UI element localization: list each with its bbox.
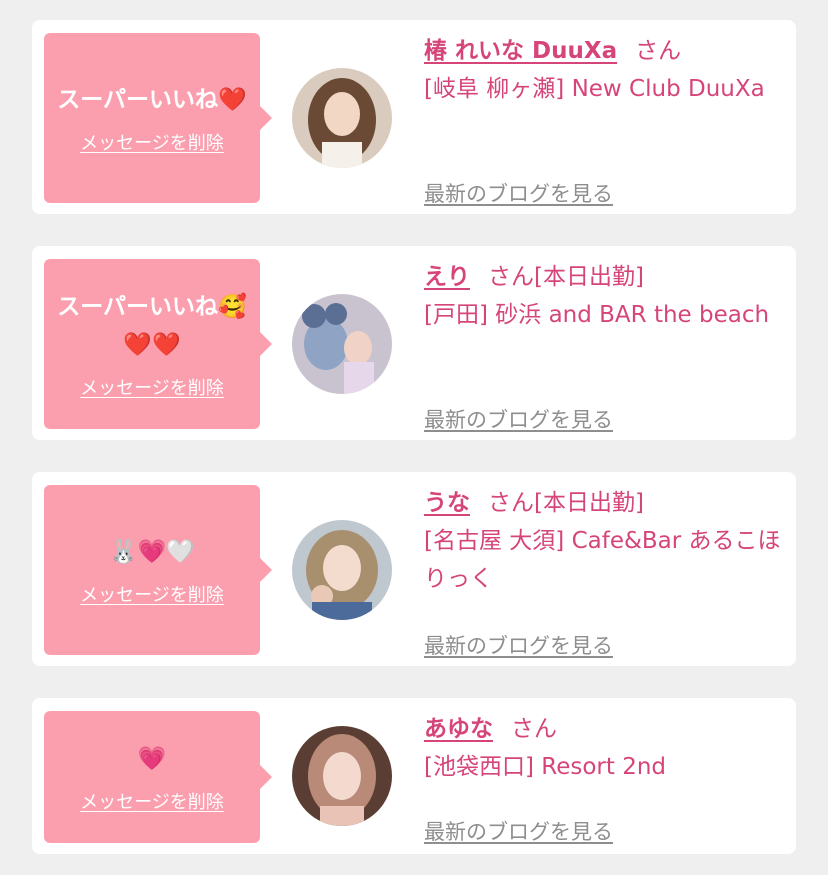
message-text: 🐰💗🤍 xyxy=(109,539,195,565)
message-card: スーパーいいね❤️ メッセージを削除 椿 れいな DuuXa さん [岐阜 柳ヶ瀬… xyxy=(32,20,796,214)
message-text: 💗 xyxy=(137,746,167,772)
message-list: スーパーいいね❤️ メッセージを削除 椿 れいな DuuXa さん [岐阜 柳ヶ瀬… xyxy=(0,0,828,875)
latest-blog-link[interactable]: 最新のブログを見る xyxy=(424,816,613,846)
sender-info: うな さん[本日出勤] [名古屋 大須] Cafe&Bar あるこほりっく 最新の… xyxy=(424,484,786,658)
message-bubble: スーパーいいね🥰 ❤️❤️ メッセージを削除 xyxy=(44,259,272,429)
shop-name: [岐阜 柳ヶ瀬] New Club DuuXa xyxy=(424,76,765,102)
shop-name: [戸田] 砂浜 and BAR the beach xyxy=(424,302,770,328)
message-text: スーパーいいね🥰 ❤️❤️ xyxy=(57,294,247,358)
message-card: 💗 メッセージを削除 あゆな さん [池袋西口] Resort 2nd 最新のブロ… xyxy=(32,698,796,854)
latest-blog-link[interactable]: 最新のブログを見る xyxy=(424,404,613,434)
sender-name-link[interactable]: うな xyxy=(424,490,470,516)
message-text: スーパーいいね❤️ xyxy=(57,87,247,113)
message-card: スーパーいいね🥰 ❤️❤️ メッセージを削除 えり さん[本日出勤] [戸田] 砂… xyxy=(32,246,796,440)
sender-suffix: さん[本日出勤] xyxy=(488,264,644,290)
latest-blog-link[interactable]: 最新のブログを見る xyxy=(424,178,613,208)
delete-message-link[interactable]: メッセージを削除 xyxy=(80,788,224,814)
sender-info: あゆな さん [池袋西口] Resort 2nd 最新のブログを見る xyxy=(424,710,786,844)
sender-suffix: さん xyxy=(635,38,682,64)
avatar[interactable] xyxy=(292,520,392,620)
sender-suffix: さん xyxy=(511,716,557,742)
avatar[interactable] xyxy=(292,68,392,168)
sender-name-link[interactable]: えり xyxy=(424,264,470,290)
delete-message-link[interactable]: メッセージを削除 xyxy=(80,374,224,400)
avatar[interactable] xyxy=(292,294,392,394)
shop-name: [名古屋 大須] Cafe&Bar あるこほりっく xyxy=(424,528,781,592)
message-bubble: 💗 メッセージを削除 xyxy=(44,711,272,843)
sender-info: 椿 れいな DuuXa さん [岐阜 柳ヶ瀬] New Club DuuXa 最新… xyxy=(424,32,786,206)
delete-message-link[interactable]: メッセージを削除 xyxy=(80,129,224,155)
avatar-photo-icon xyxy=(292,68,392,168)
sender-name-line: うな さん[本日出勤] xyxy=(424,484,786,522)
avatar-photo-icon xyxy=(292,726,392,826)
sender-name-line: あゆな さん xyxy=(424,710,786,748)
sender-name-line: 椿 れいな DuuXa さん xyxy=(424,32,786,70)
sender-info: えり さん[本日出勤] [戸田] 砂浜 and BAR the beach 最新の… xyxy=(424,258,786,432)
delete-message-link[interactable]: メッセージを削除 xyxy=(80,581,224,607)
avatar-photo-icon xyxy=(292,520,392,620)
sender-suffix: さん[本日出勤] xyxy=(488,490,644,516)
sender-name-link[interactable]: あゆな xyxy=(424,716,493,742)
shop-name: [池袋西口] Resort 2nd xyxy=(424,754,667,780)
sender-name-line: えり さん[本日出勤] xyxy=(424,258,786,296)
latest-blog-link[interactable]: 最新のブログを見る xyxy=(424,630,613,660)
avatar-photo-icon xyxy=(292,294,392,394)
message-card: 🐰💗🤍 メッセージを削除 うな さん[本日出勤] [名古屋 大須] Cafe&Ba… xyxy=(32,472,796,666)
message-bubble: 🐰💗🤍 メッセージを削除 xyxy=(44,485,272,655)
avatar[interactable] xyxy=(292,726,392,826)
message-bubble: スーパーいいね❤️ メッセージを削除 xyxy=(44,33,272,203)
sender-name-link[interactable]: 椿 れいな DuuXa xyxy=(424,38,617,64)
